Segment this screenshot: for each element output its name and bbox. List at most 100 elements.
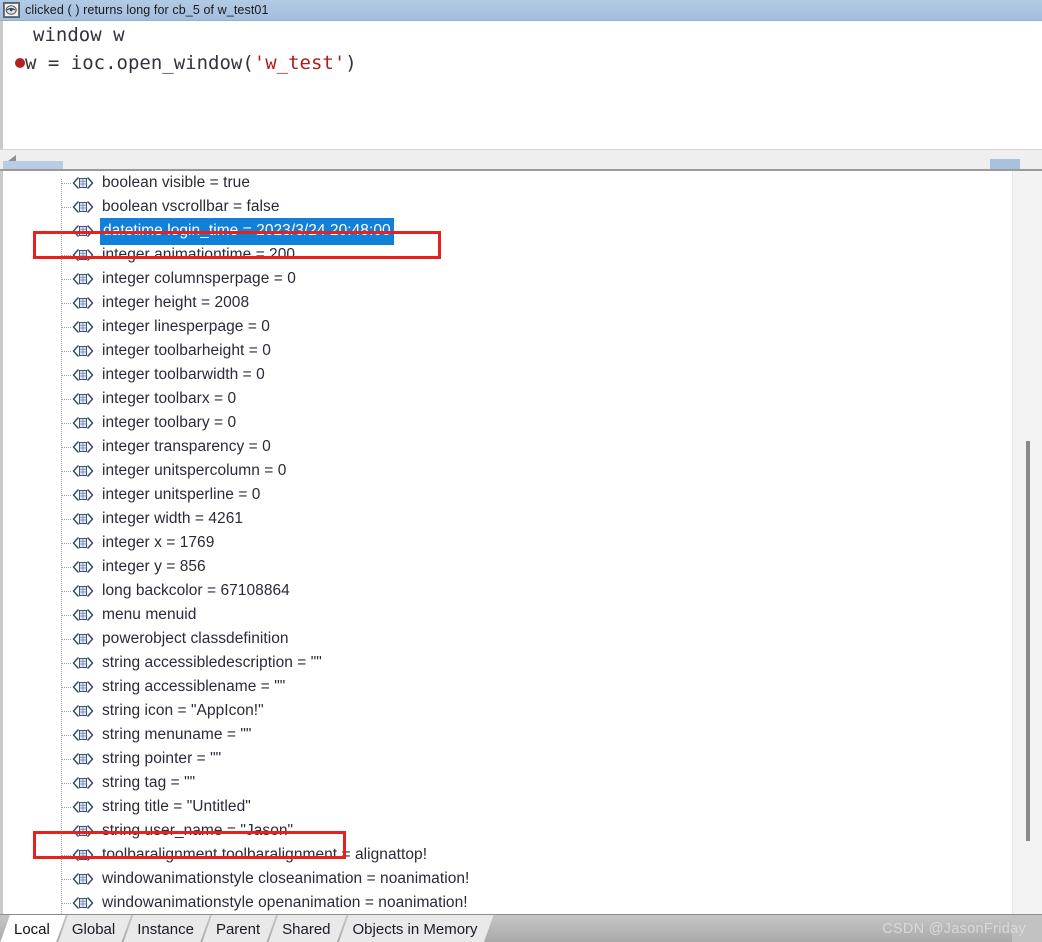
table-row[interactable]: boolean vscrollbar = false — [3, 195, 1015, 219]
table-row[interactable]: powerobject classdefinition — [3, 627, 1015, 651]
table-row[interactable]: long backcolor = 67108864 — [3, 579, 1015, 603]
tree-branch-connector — [61, 207, 71, 208]
variable-node-icon — [71, 800, 95, 814]
code-text: window w — [33, 24, 125, 46]
tree-branch-connector — [61, 783, 71, 784]
tab-label: Instance — [137, 920, 194, 938]
tree-branch-connector — [61, 855, 71, 856]
variable-node-icon — [71, 248, 95, 262]
tree-row-list: boolean visible = true boolean vscrollbar… — [3, 171, 1015, 914]
table-row[interactable]: windowanimationstyle closeanimation = no… — [3, 867, 1015, 891]
table-row[interactable]: string accessibledescription = "" — [3, 651, 1015, 675]
table-row[interactable]: integer toolbarheight = 0 — [3, 339, 1015, 363]
table-row[interactable]: integer width = 4261 — [3, 507, 1015, 531]
table-row[interactable]: string accessiblename = "" — [3, 675, 1015, 699]
variable-label: string title = "Untitled" — [102, 798, 251, 815]
tab-instance[interactable]: Instance — [123, 915, 210, 942]
tree-branch-connector — [61, 879, 71, 880]
variables-tree-pane[interactable]: boolean visible = true boolean vscrollbar… — [0, 171, 1042, 914]
tab-objects-in-memory[interactable]: Objects in Memory — [339, 915, 494, 942]
tab-parent[interactable]: Parent — [202, 915, 276, 942]
tab-label: Global — [71, 920, 116, 938]
table-row[interactable]: string tag = "" — [3, 771, 1015, 795]
variable-label: string menuname = "" — [102, 726, 252, 743]
tab-global[interactable]: Global — [58, 915, 131, 942]
table-row[interactable]: integer columnsperpage = 0 — [3, 267, 1015, 291]
window-titlebar: clicked ( ) returns long for cb_5 of w_t… — [0, 0, 1042, 21]
variable-node-icon — [71, 416, 95, 430]
tab-label: Local — [14, 920, 50, 938]
variable-node-icon — [71, 344, 95, 358]
vertical-scroll-top-marker[interactable] — [990, 159, 1020, 169]
variable-node-icon — [71, 296, 95, 310]
variable-node-icon — [71, 656, 95, 670]
horizontal-scroll-thumb[interactable] — [3, 161, 63, 169]
table-row[interactable]: string icon = "AppIcon!" — [3, 699, 1015, 723]
table-row[interactable]: datetime login_time = 2023/3/24 20:48:00 — [3, 217, 1015, 245]
table-row[interactable]: string menuname = "" — [3, 723, 1015, 747]
tree-branch-connector — [61, 255, 71, 256]
tab-label: Parent — [215, 920, 261, 938]
window-title: clicked ( ) returns long for cb_5 of w_t… — [25, 3, 269, 17]
table-row[interactable]: integer unitspercolumn = 0 — [3, 459, 1015, 483]
script-code-pane[interactable]: window w w = ioc.open_window('w_test') — [0, 21, 1042, 149]
table-row[interactable]: toolbaralignment toolbaralignment = alig… — [3, 843, 1015, 867]
table-row[interactable]: integer animationtime = 200 — [3, 243, 1015, 267]
table-row[interactable]: integer linesperpage = 0 — [3, 315, 1015, 339]
table-row[interactable]: string user_name = "Jason" — [3, 819, 1015, 843]
variable-label: integer toolbarx = 0 — [102, 390, 237, 407]
table-row[interactable]: string title = "Untitled" — [3, 795, 1015, 819]
breakpoint-icon[interactable] — [15, 58, 25, 68]
table-row[interactable]: integer y = 856 — [3, 555, 1015, 579]
tree-branch-connector — [61, 615, 71, 616]
variable-node-icon — [71, 512, 95, 526]
table-row[interactable]: integer height = 2008 — [3, 291, 1015, 315]
table-row[interactable]: integer toolbary = 0 — [3, 411, 1015, 435]
tree-branch-connector — [61, 327, 71, 328]
code-text: ) — [345, 52, 357, 74]
vertical-scroll-thumb[interactable] — [1026, 441, 1030, 841]
variable-label: integer animationtime = 200 — [102, 246, 296, 263]
table-row[interactable]: windowanimationstyle openanimation = noa… — [3, 891, 1015, 914]
variable-label: string accessibledescription = "" — [102, 654, 322, 671]
tree-branch-connector — [61, 903, 71, 904]
tree-branch-connector — [61, 567, 71, 568]
code-pane-horizontal-scrollbar[interactable] — [0, 149, 1042, 171]
variable-label: integer unitsperline = 0 — [102, 486, 261, 503]
variable-label: toolbaralignment toolbaralignment = alig… — [102, 846, 428, 863]
table-row[interactable]: integer transparency = 0 — [3, 435, 1015, 459]
variable-node-icon — [71, 440, 95, 454]
variable-node-icon — [71, 200, 95, 214]
tree-vertical-scrollbar[interactable] — [1012, 171, 1042, 914]
variable-node-icon — [71, 704, 95, 718]
variable-label: long backcolor = 67108864 — [102, 582, 290, 599]
tree-branch-connector — [61, 519, 71, 520]
variable-label: datetime login_time = 2023/3/24 20:48:00 — [100, 217, 394, 245]
variable-label: integer columnsperpage = 0 — [102, 270, 296, 287]
code-line[interactable]: window w — [3, 21, 1042, 49]
table-row[interactable]: integer toolbarx = 0 — [3, 387, 1015, 411]
tab-shared[interactable]: Shared — [268, 915, 346, 942]
tree-branch-connector — [61, 831, 71, 832]
variable-node-icon — [71, 680, 95, 694]
variable-label: string icon = "AppIcon!" — [102, 702, 264, 719]
table-row[interactable]: menu menuid — [3, 603, 1015, 627]
tree-branch-connector — [61, 807, 71, 808]
variable-node-icon — [71, 584, 95, 598]
code-string-literal: 'w_test' — [253, 52, 346, 74]
table-row[interactable]: string pointer = "" — [3, 747, 1015, 771]
variable-label: integer y = 856 — [102, 558, 206, 575]
tree-branch-connector — [61, 399, 71, 400]
variable-node-icon — [71, 728, 95, 742]
table-row[interactable]: integer unitsperline = 0 — [3, 483, 1015, 507]
tree-branch-connector — [61, 687, 71, 688]
tree-branch-connector — [61, 447, 71, 448]
tab-local[interactable]: Local — [0, 915, 66, 942]
table-row[interactable]: boolean visible = true — [3, 171, 1015, 195]
code-line[interactable]: w = ioc.open_window('w_test') — [3, 49, 1042, 77]
variable-label: integer linesperpage = 0 — [102, 318, 270, 335]
tree-branch-connector — [61, 303, 71, 304]
table-row[interactable]: integer toolbarwidth = 0 — [3, 363, 1015, 387]
table-row[interactable]: integer x = 1769 — [3, 531, 1015, 555]
variable-node-icon — [71, 392, 95, 406]
